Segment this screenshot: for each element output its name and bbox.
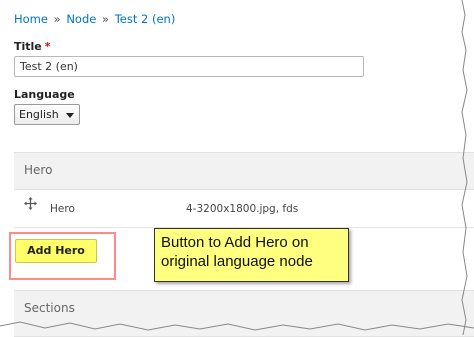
- breadcrumb: Home » Node » Test 2 (en): [14, 12, 175, 26]
- breadcrumb-current-link[interactable]: Test 2 (en): [115, 12, 176, 26]
- add-hero-button[interactable]: Add Hero: [15, 239, 97, 263]
- required-marker: *: [44, 40, 51, 53]
- title-label-text: Title: [14, 40, 42, 53]
- hero-section-header: Hero: [14, 152, 474, 190]
- sections-section-title: Sections: [24, 301, 75, 315]
- drag-handle-icon[interactable]: [24, 197, 37, 210]
- language-select[interactable]: English: [14, 104, 80, 125]
- row-item-summary: 4-3200x1800.jpg, fds: [186, 203, 299, 215]
- breadcrumb-separator: »: [102, 12, 110, 26]
- breadcrumb-home-link[interactable]: Home: [14, 12, 48, 26]
- sections-section-header: Sections: [14, 290, 474, 337]
- table-row: Hero 4-3200x1800.jpg, fds: [14, 190, 474, 228]
- language-label: Language: [14, 88, 75, 101]
- row-item-name: Hero: [50, 203, 75, 215]
- chevron-down-icon: [66, 113, 74, 118]
- node-edit-page: Home » Node » Test 2 (en) Title* Languag…: [0, 0, 474, 337]
- breadcrumb-separator: »: [53, 12, 61, 26]
- title-input[interactable]: [14, 56, 364, 77]
- title-label: Title *: [14, 40, 51, 53]
- hero-section-title: Hero: [24, 163, 53, 177]
- annotation-callout: Button to Add Hero on original language …: [154, 228, 349, 282]
- language-select-value: English: [19, 108, 59, 121]
- breadcrumb-node-link[interactable]: Node: [66, 12, 96, 26]
